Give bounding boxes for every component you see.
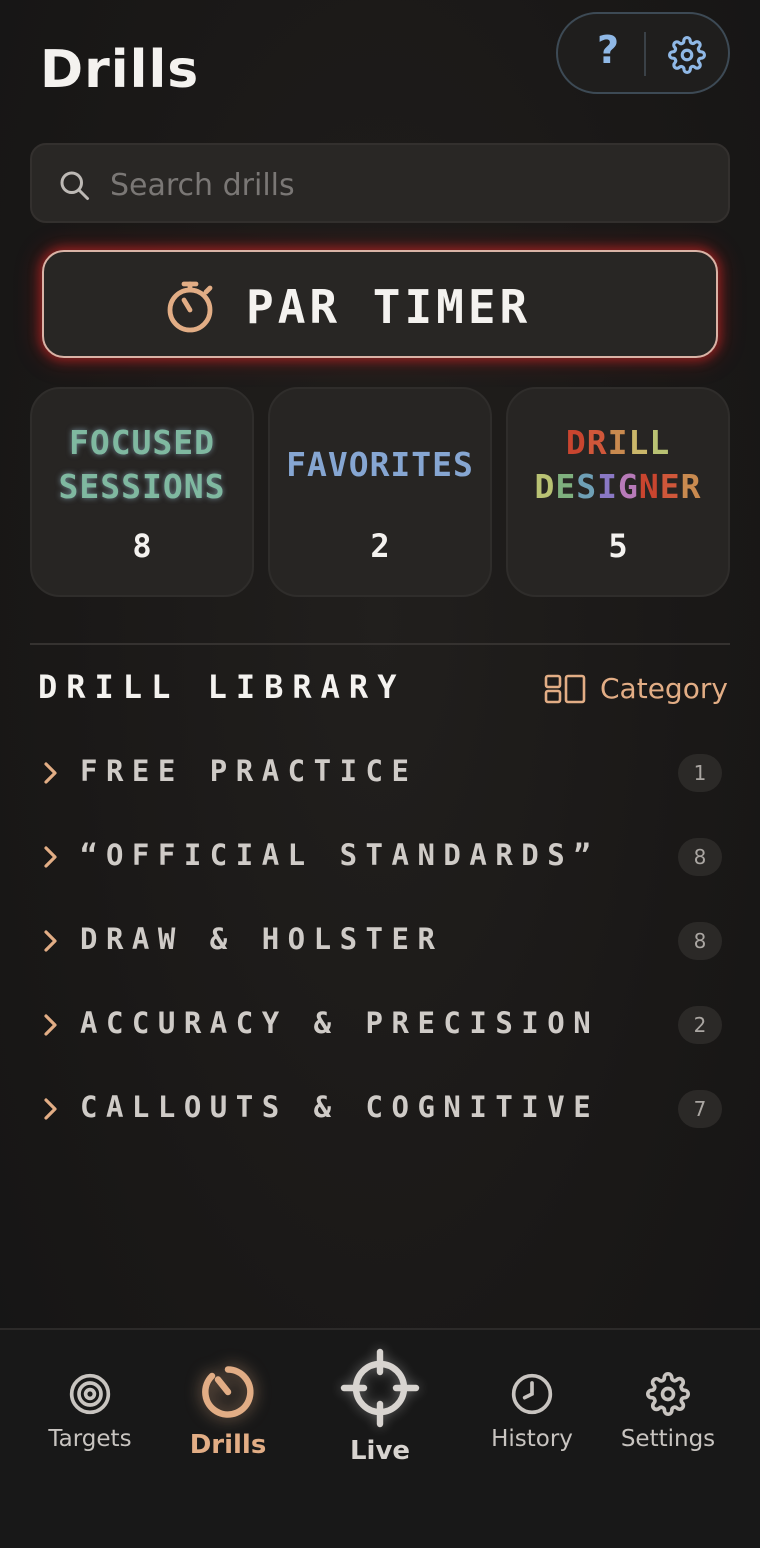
tab-label: Drills: [189, 1430, 267, 1460]
par-timer-label: PAR TIMER: [246, 280, 532, 334]
chevron-right-icon: [44, 930, 57, 952]
category-label: Category: [600, 672, 728, 705]
layout-icon: [544, 674, 586, 704]
count-badge: 2: [678, 1006, 722, 1044]
tab-history[interactable]: History: [462, 1330, 602, 1490]
page-title: Drills: [40, 40, 200, 100]
designer-letter: E: [659, 467, 681, 506]
count-badge: 8: [678, 838, 722, 876]
category-row-draw-holster[interactable]: DRAW & HOLSTER 8: [38, 898, 722, 982]
chevron-right-icon: [44, 762, 57, 784]
category-row-accuracy-precision[interactable]: ACCURACY & PRECISION 2: [38, 982, 722, 1066]
designer-letter: D: [565, 423, 587, 462]
divider: [644, 32, 646, 76]
tab-label: Targets: [48, 1426, 132, 1452]
timer-icon: [202, 1366, 254, 1418]
help-button[interactable]: ?: [588, 28, 628, 78]
category-name: “OFFICIAL STANDARDS”: [80, 838, 600, 872]
designer-letter: G: [618, 467, 639, 506]
search-input[interactable]: [108, 159, 712, 211]
category-row-callouts-cognitive[interactable]: CALLOUTS & COGNITIVE 7: [38, 1066, 722, 1150]
designer-letter: N: [638, 467, 660, 506]
category-name: FREE PRACTICE: [80, 754, 418, 788]
par-timer-button[interactable]: PAR TIMER: [42, 250, 718, 358]
header-actions: ?: [556, 12, 730, 94]
section-divider: [30, 643, 730, 645]
library-header: DRILL LIBRARY Category: [38, 666, 728, 716]
card-title: FAVORITES: [286, 445, 474, 484]
library-title: DRILL LIBRARY: [38, 668, 406, 706]
crosshair-icon: [340, 1348, 420, 1428]
designer-letter: E: [555, 467, 577, 506]
category-name: CALLOUTS & COGNITIVE: [80, 1090, 600, 1124]
designer-letter: I: [607, 423, 629, 462]
count-badge: 7: [678, 1090, 722, 1128]
tab-targets[interactable]: Targets: [20, 1330, 160, 1490]
tab-settings[interactable]: Settings: [598, 1330, 738, 1490]
tab-live[interactable]: Live: [310, 1330, 450, 1490]
gear-icon: [646, 1372, 690, 1416]
tab-label: Live: [349, 1436, 411, 1466]
chevron-right-icon: [44, 846, 57, 868]
clock-icon: [511, 1373, 553, 1415]
designer-letter: I: [597, 467, 618, 506]
tab-drills[interactable]: Drills: [158, 1330, 298, 1490]
designer-letter: S: [576, 467, 598, 506]
category-row-free-practice[interactable]: FREE PRACTICE 1: [38, 730, 722, 814]
card-count: 5: [608, 527, 628, 565]
count-badge: 1: [678, 754, 722, 792]
drill-designer-card[interactable]: DRILL DESIGNER 5: [506, 387, 730, 597]
category-name: DRAW & HOLSTER: [80, 922, 444, 956]
search-icon: [60, 171, 89, 200]
designer-letter: D: [534, 467, 556, 506]
designer-letter: L: [628, 423, 650, 462]
card-count: 2: [370, 527, 390, 565]
card-title: DRILL: [508, 421, 728, 465]
designer-letter: R: [586, 423, 608, 462]
category-button[interactable]: Category: [544, 670, 728, 710]
card-count: 8: [132, 527, 152, 565]
favorites-card[interactable]: FAVORITES 2: [268, 387, 492, 597]
stopwatch-icon: [167, 281, 213, 333]
card-title: DESIGNER: [508, 465, 728, 509]
quick-cards: FOCUSED SESSIONS 8 FAVORITES 2 DRILL DES…: [30, 387, 730, 597]
chevron-right-icon: [44, 1098, 57, 1120]
chevron-right-icon: [44, 1014, 57, 1036]
focused-sessions-card[interactable]: FOCUSED SESSIONS 8: [30, 387, 254, 597]
header: Drills ?: [40, 12, 730, 110]
settings-button[interactable]: [668, 36, 706, 74]
designer-letter: R: [680, 467, 702, 506]
drills-screen: Drills ? PAR TIMER: [0, 0, 760, 1548]
tab-label: History: [491, 1426, 573, 1452]
gear-icon: [668, 36, 706, 74]
count-badge: 8: [678, 922, 722, 960]
tab-bar: Targets Drills Live History Settings: [0, 1328, 760, 1548]
card-title: FOCUSED: [68, 423, 216, 462]
search-bar: [30, 143, 730, 223]
target-icon: [69, 1373, 111, 1415]
designer-letter: L: [649, 423, 671, 462]
category-name: ACCURACY & PRECISION: [80, 1006, 600, 1040]
tab-label: Settings: [620, 1426, 716, 1452]
card-title: SESSIONS: [58, 467, 226, 506]
category-row-official-standards[interactable]: “OFFICIAL STANDARDS” 8: [38, 814, 722, 898]
